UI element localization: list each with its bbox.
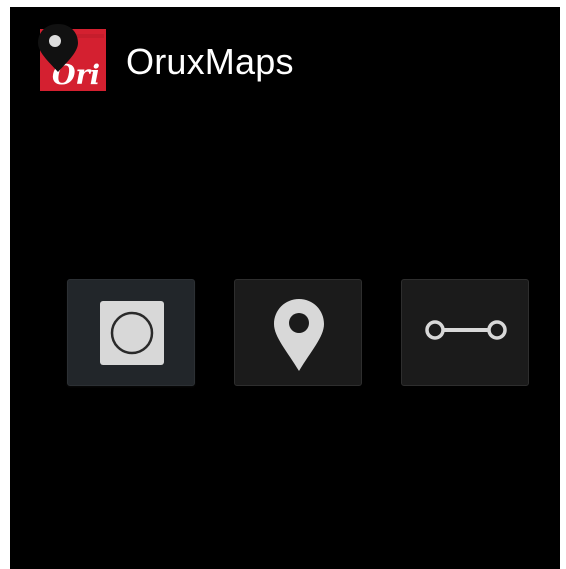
app-header: Ori OruxMaps [10,7,560,107]
add-waypoint-button[interactable] [234,279,362,386]
record-track-button[interactable] [67,279,195,386]
record-icon [100,301,164,365]
app-title: OruxMaps [126,41,294,82]
app-logo-icon: Ori [38,24,106,91]
route-button[interactable] [401,279,529,386]
map-marker-icon [274,299,324,371]
route-segment-icon [425,320,507,340]
action-row [10,279,560,387]
watch-screen: Ori OruxMaps [10,7,560,569]
